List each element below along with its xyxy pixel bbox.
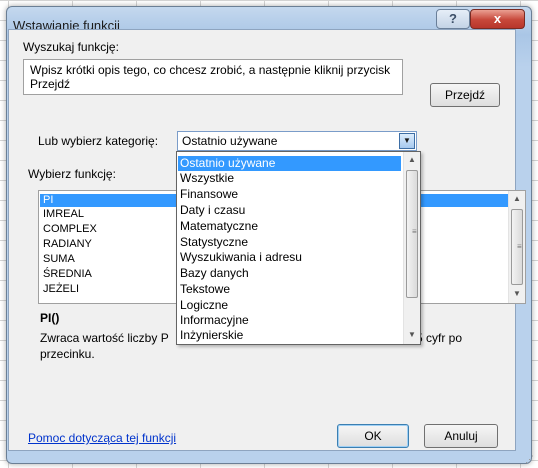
scroll-up-icon[interactable]: ▲: [509, 194, 525, 203]
category-option[interactable]: Logiczne: [180, 298, 228, 313]
category-select[interactable]: Ostatnio używane ▼: [177, 131, 417, 151]
category-option-recent[interactable]: Ostatnio używane: [178, 156, 401, 171]
list-item[interactable]: SUMA: [43, 253, 75, 266]
category-dropdown-list[interactable]: Ostatnio używane Wszystkie Finansowe Dat…: [176, 151, 421, 345]
go-button[interactable]: Przejdź: [430, 83, 500, 107]
scroll-down-icon[interactable]: ▼: [509, 289, 525, 298]
category-option[interactable]: Wszystkie: [180, 171, 234, 186]
scrollbar-thumb[interactable]: ≡: [511, 209, 523, 285]
category-label: Lub wybierz kategorię:: [38, 134, 159, 148]
category-option[interactable]: Informacyjne: [180, 313, 249, 328]
category-option[interactable]: Statystyczne: [180, 235, 248, 250]
category-option[interactable]: Daty i czasu: [180, 203, 245, 218]
scrollbar-thumb[interactable]: ≡: [406, 170, 418, 298]
grip-icon: ≡: [412, 227, 417, 236]
description-text-line2: przecinku.: [40, 347, 95, 361]
close-button[interactable]: x: [470, 9, 525, 29]
function-list-scrollbar[interactable]: ▲ ≡ ▼: [508, 191, 525, 303]
scroll-up-icon[interactable]: ▲: [404, 155, 420, 164]
grip-icon: ≡: [517, 242, 522, 251]
category-option[interactable]: Tekstowe: [180, 282, 230, 297]
help-button[interactable]: ?: [436, 9, 470, 29]
list-item[interactable]: ŚREDNIA: [43, 268, 92, 281]
list-item[interactable]: JEŻELI: [43, 283, 79, 296]
category-option[interactable]: Finansowe: [180, 187, 238, 202]
scroll-down-icon[interactable]: ▼: [404, 330, 420, 339]
function-signature: PI(): [40, 311, 60, 325]
list-item[interactable]: COMPLEX: [43, 223, 97, 236]
category-selected-value: Ostatnio używane: [182, 134, 278, 148]
function-help-link[interactable]: Pomoc dotycząca tej funkcji: [28, 431, 176, 445]
list-item[interactable]: IMREAL: [43, 208, 84, 221]
list-item[interactable]: RADIANY: [43, 238, 92, 251]
category-option[interactable]: Inżynierskie: [180, 328, 243, 343]
category-option[interactable]: Wyszukiwania i adresu: [180, 250, 302, 265]
description-text-start: Zwraca wartość liczby P: [40, 331, 169, 345]
search-label: Wyszukaj funkcję:: [23, 40, 119, 54]
search-input[interactable]: Wpisz krótki opis tego, co chcesz zrobić…: [23, 59, 403, 95]
function-list-label: Wybierz funkcję:: [28, 167, 116, 181]
chevron-down-icon[interactable]: ▼: [399, 133, 415, 149]
description-text-end: 5 cyfr po: [416, 331, 463, 345]
cancel-button[interactable]: Anuluj: [424, 424, 498, 448]
resize-grip-icon[interactable]: ⋰: [525, 454, 534, 465]
ok-button[interactable]: OK: [337, 424, 409, 448]
category-option[interactable]: Bazy danych: [180, 266, 249, 281]
category-option[interactable]: Matematyczne: [180, 219, 258, 234]
category-dropdown-scrollbar[interactable]: ▲ ≡ ▼: [403, 152, 420, 344]
